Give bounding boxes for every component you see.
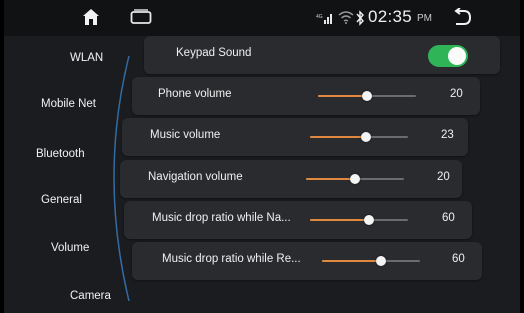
back-icon[interactable] [452, 8, 472, 26]
phone-volume-label: Phone volume [158, 88, 232, 100]
svg-text:4G: 4G [316, 14, 323, 20]
navigation-volume-value: 20 [437, 171, 450, 183]
cellular-signal-icon: 4G [316, 14, 332, 24]
navigation-volume-row: Navigation volume 20 [120, 160, 462, 198]
slider-thumb[interactable] [363, 215, 374, 225]
wifi-icon [338, 11, 354, 24]
music-drop-re-row: Music drop ratio while Re... 60 [132, 242, 482, 280]
navigation-volume-label: Navigation volume [148, 171, 243, 183]
status-bar: 4G 02:35 PM [4, 0, 520, 36]
music-drop-re-label: Music drop ratio while Re... [162, 253, 301, 265]
slider-thumb[interactable] [362, 91, 372, 101]
music-drop-nav-label: Music drop ratio while Na... [152, 212, 291, 224]
slider-fill [322, 260, 381, 262]
music-volume-row: Music volume 23 [122, 118, 468, 156]
music-volume-label: Music volume [150, 129, 221, 141]
slider-fill [306, 178, 355, 180]
screen: 4G 02:35 PM WLAN Mobile Net Bluetooth Ge… [0, 0, 524, 313]
slider-thumb[interactable] [350, 174, 360, 184]
home-icon[interactable] [82, 8, 100, 26]
toggle-knob [448, 47, 466, 65]
music-drop-re-slider[interactable] [322, 256, 420, 266]
sidebar-item-general[interactable]: General [41, 194, 82, 206]
phone-volume-row: Phone volume 20 [132, 77, 480, 115]
clock-ampm: PM [417, 13, 432, 24]
music-drop-re-value: 60 [452, 253, 465, 265]
phone-volume-value: 20 [450, 88, 463, 100]
bluetooth-icon [356, 10, 364, 26]
keypad-sound-label: Keypad Sound [176, 47, 252, 59]
music-volume-slider[interactable] [310, 132, 408, 142]
music-drop-nav-row: Music drop ratio while Na... 60 [124, 201, 472, 239]
sidebar-item-bluetooth[interactable]: Bluetooth [36, 148, 85, 160]
sidebar-item-mobile-net[interactable]: Mobile Net [41, 98, 96, 110]
slider-fill [310, 219, 369, 221]
keypad-sound-toggle[interactable] [428, 45, 468, 67]
sidebar-item-volume[interactable]: Volume [51, 242, 89, 254]
slider-thumb[interactable] [360, 132, 371, 142]
slider-thumb[interactable] [375, 256, 386, 266]
slider-fill [318, 95, 367, 97]
clock-time: 02:35 [368, 7, 413, 26]
music-drop-nav-slider[interactable] [310, 215, 408, 225]
slider-fill [310, 136, 366, 138]
keypad-sound-row[interactable]: Keypad Sound [144, 36, 500, 74]
music-drop-nav-value: 60 [442, 212, 455, 224]
music-volume-value: 23 [441, 129, 454, 141]
recent-apps-icon[interactable] [130, 9, 152, 24]
navigation-volume-slider[interactable] [306, 174, 404, 184]
phone-volume-slider[interactable] [318, 91, 416, 101]
